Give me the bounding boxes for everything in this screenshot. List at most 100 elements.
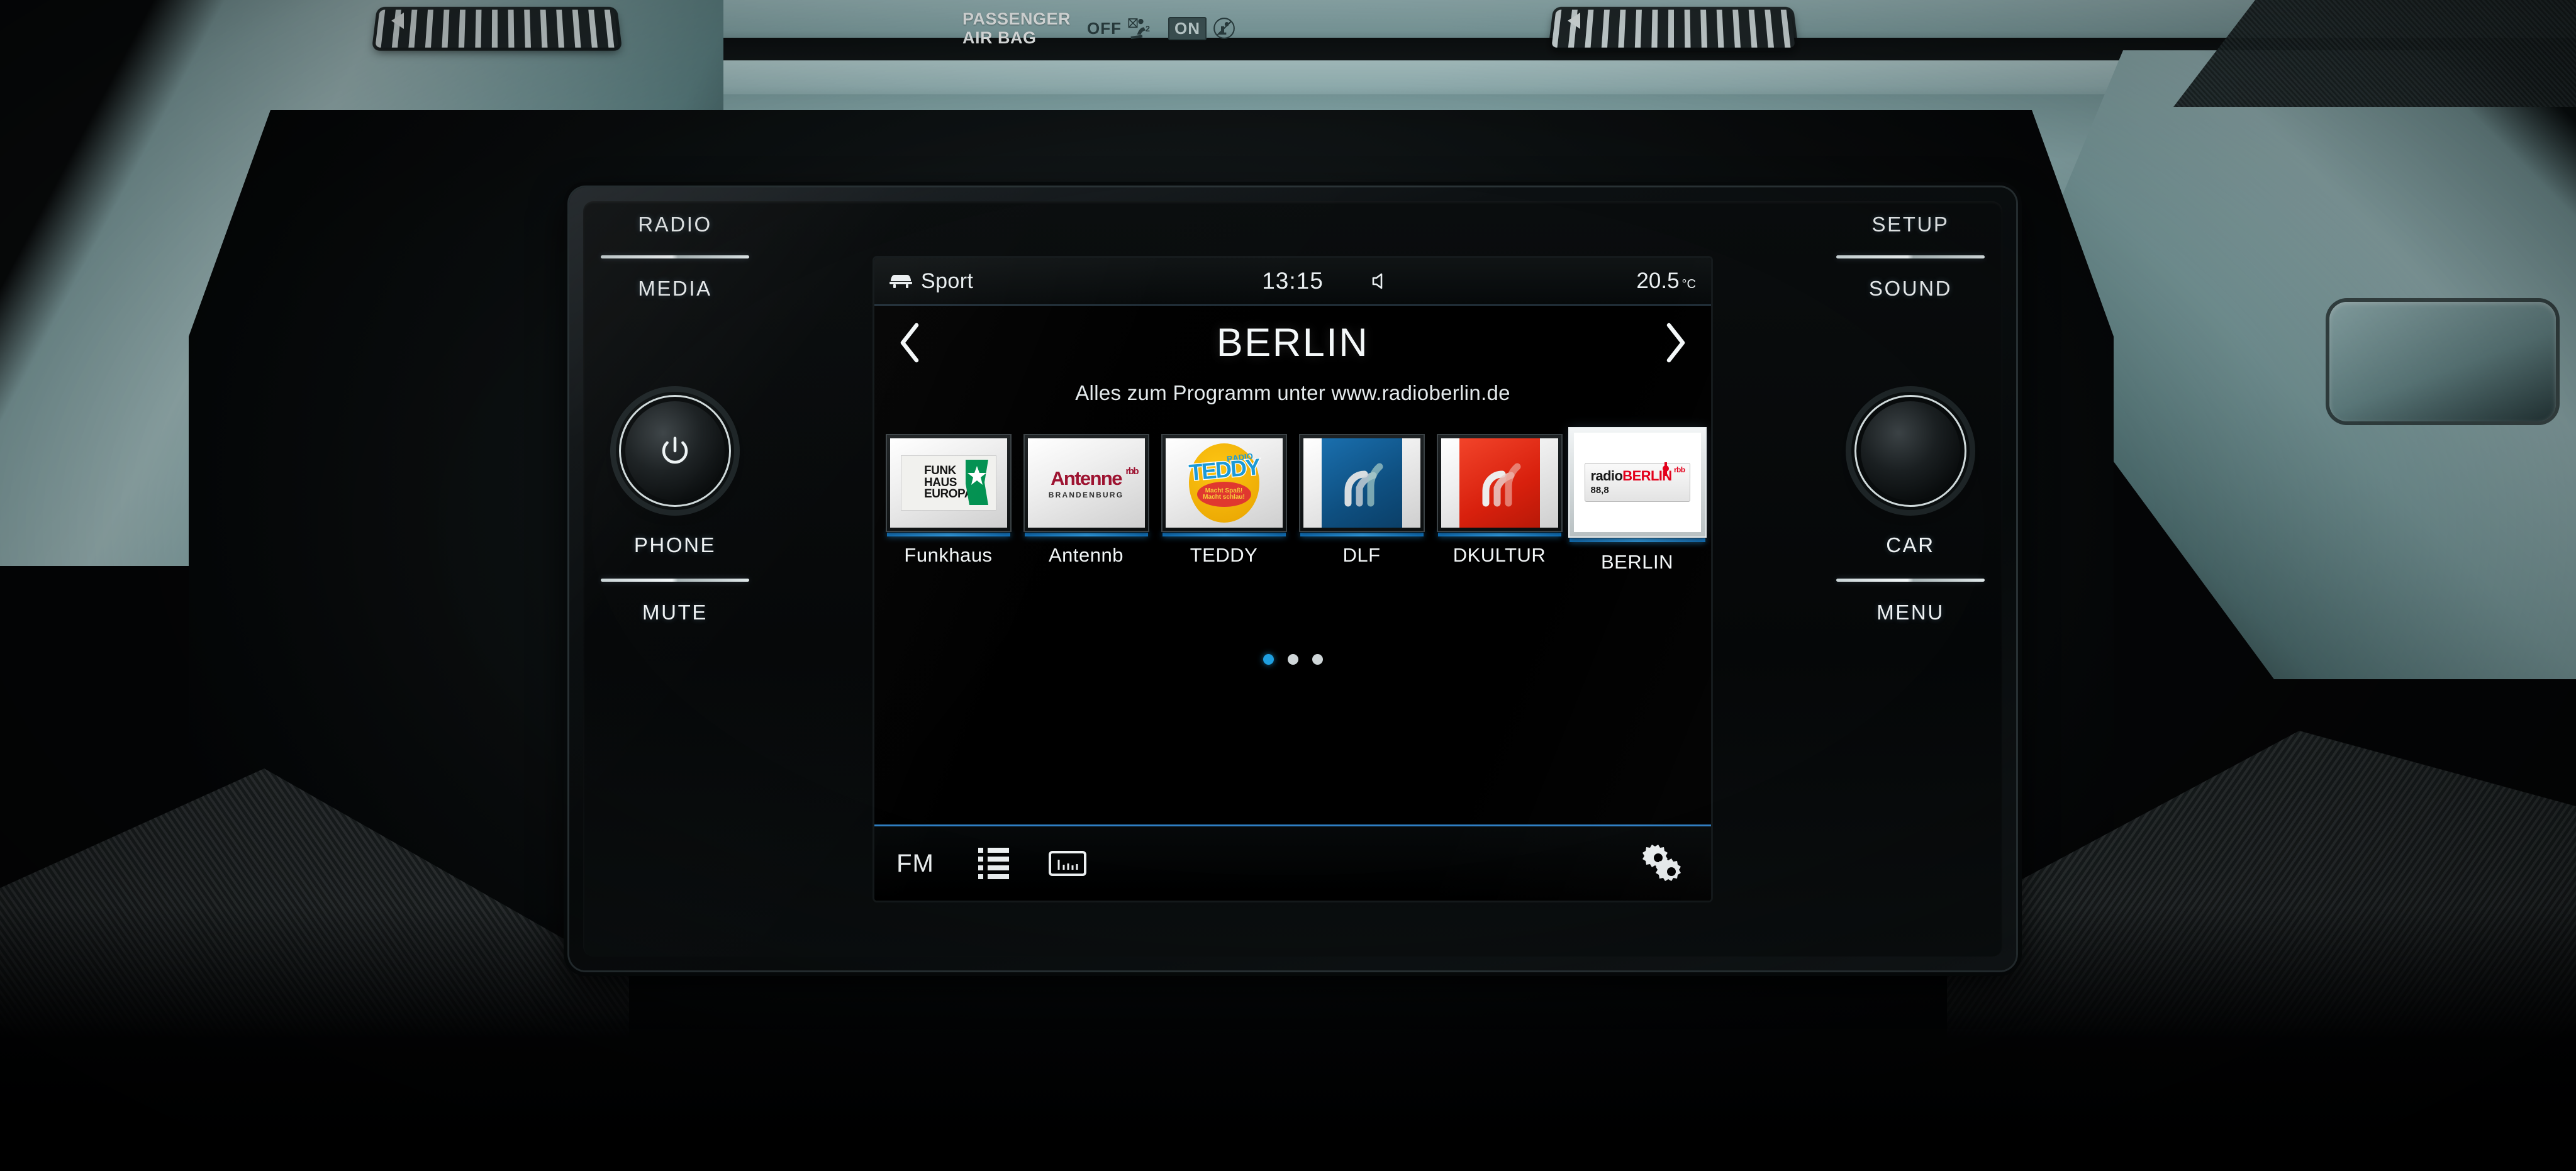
- berlin-frequency: 88,8: [1590, 485, 1609, 496]
- status-speaker[interactable]: [1368, 270, 1390, 292]
- settings-button[interactable]: [1617, 826, 1711, 901]
- antenne-brandenburg-logo: Antenne rbb BRANDENBURG: [1048, 465, 1139, 499]
- teddy-slogan-bubble: Macht Spaß! Macht schlau!: [1196, 482, 1251, 507]
- airbag-title-line-1: PASSENGER: [962, 9, 1071, 28]
- radio-berlin-logo: radioBERLIN rbb 88,8: [1584, 462, 1690, 502]
- infotainment-head-unit: RADIO MEDIA PHONE MUTE SETUP SOUND CAR M…: [569, 187, 2016, 970]
- preset-radio-teddy[interactable]: RADIO TEDDY Macht Spaß! Macht schlau! TE…: [1155, 435, 1293, 567]
- chevron-left-icon: [900, 323, 919, 363]
- previous-station-button[interactable]: [883, 316, 937, 370]
- berlin-wordmark: radioBERLIN rbb: [1590, 466, 1690, 484]
- mute-button[interactable]: MUTE: [581, 601, 769, 624]
- preset-underline-selected: [1569, 538, 1705, 542]
- passenger-airbag-title: PASSENGER AIR BAG: [962, 9, 1071, 47]
- preset-underline: [1437, 533, 1561, 536]
- band-fm-button[interactable]: FM: [874, 826, 956, 901]
- status-temperature: 20.5 °C: [1636, 269, 1696, 294]
- left-hardware-column: RADIO MEDIA PHONE MUTE: [581, 213, 769, 942]
- speaker-icon: [1372, 273, 1383, 289]
- bottom-toolbar: FM: [874, 824, 1711, 901]
- dlf-logo: [1321, 438, 1402, 528]
- antenne-subtitle: BRANDENBURG: [1048, 490, 1124, 499]
- preset-dlf[interactable]: DLF: [1293, 435, 1430, 567]
- setup-button[interactable]: SETUP: [1816, 213, 2005, 236]
- preset-label: Antennb: [1049, 544, 1124, 566]
- airbag-title-line-2: AIR BAG: [962, 28, 1037, 47]
- preset-tile: [1300, 435, 1424, 531]
- power-volume-knob[interactable]: [610, 386, 740, 516]
- phone-button[interactable]: PHONE: [581, 533, 769, 557]
- chevron-right-icon: [1666, 323, 1685, 363]
- berlin-prefix: radio: [1590, 468, 1623, 484]
- station-list-icon: [978, 848, 1009, 879]
- left-divider-top: [601, 255, 749, 258]
- preset-logo: FUNK HAUS EUROPA: [889, 438, 1007, 528]
- page-dot-2[interactable]: [1287, 654, 1298, 665]
- page-indicator: [874, 654, 1711, 665]
- preset-underline: [1024, 533, 1148, 536]
- tune-knob[interactable]: [1846, 386, 1975, 516]
- right-divider-top: [1836, 255, 1985, 258]
- radio-button[interactable]: RADIO: [581, 213, 769, 236]
- berlin-tv-tower-icon: [1662, 462, 1669, 476]
- radio-teddy-logo: RADIO TEDDY Macht Spaß! Macht schlau!: [1186, 443, 1261, 523]
- right-divider-bottom: [1836, 579, 1985, 582]
- status-clock: 13:15: [1262, 268, 1324, 294]
- right-hardware-column: SETUP SOUND CAR MENU: [1816, 213, 2005, 942]
- touchscreen-display[interactable]: Sport 13:15 20.5 °C BERLIN Alles zum Pro…: [874, 258, 1711, 901]
- next-station-button[interactable]: [1648, 316, 1702, 370]
- preset-tile: FUNK HAUS EUROPA: [886, 435, 1010, 531]
- preset-logo: radioBERLIN rbb 88,8: [1573, 433, 1701, 532]
- preset-antenne-brandenburg[interactable]: Antenne rbb BRANDENBURG Antennb: [1017, 435, 1155, 567]
- teddy-slogan-2: Macht schlau!: [1203, 494, 1245, 501]
- media-button[interactable]: MEDIA: [581, 277, 769, 301]
- preset-underline: [1300, 533, 1424, 536]
- page-dot-1[interactable]: [1263, 654, 1274, 665]
- air-vent-left-direction-icon: [391, 13, 404, 29]
- funkhaus-flag-icon: [965, 460, 988, 505]
- frequency-scale-button[interactable]: [1030, 826, 1105, 901]
- preset-underline: [1162, 533, 1286, 536]
- preset-label: DLF: [1342, 544, 1381, 566]
- car-front-icon: [889, 275, 912, 288]
- status-mode-label: Sport: [921, 269, 974, 293]
- preset-logo: RADIO TEDDY Macht Spaß! Macht schlau!: [1165, 438, 1283, 528]
- preset-label: Funkhaus: [904, 544, 993, 566]
- dkultur-logo: [1459, 438, 1540, 528]
- preset-tile: [1437, 435, 1561, 531]
- preset-logo: Antenne rbb BRANDENBURG: [1027, 438, 1145, 528]
- left-divider-bottom: [601, 579, 749, 582]
- funkhaus-europa-logo: FUNK HAUS EUROPA: [900, 455, 996, 511]
- station-header: BERLIN: [874, 304, 1711, 381]
- menu-button[interactable]: MENU: [1816, 601, 2005, 624]
- settings-gears-icon: [1642, 845, 1681, 881]
- status-bar: Sport 13:15 20.5 °C: [874, 258, 1711, 306]
- preset-funkhaus[interactable]: FUNK HAUS EUROPA Funkhaus: [879, 435, 1017, 567]
- passenger-airbag-indicator: PASSENGER AIR BAG OFF 2 ON: [962, 3, 1428, 54]
- air-vent-right-direction-icon: [1568, 13, 1580, 29]
- airbag-on-group: ON: [1168, 16, 1237, 41]
- preset-station-row: FUNK HAUS EUROPA Funkhaus Antenne rbb BR…: [879, 428, 1706, 573]
- page-dot-3[interactable]: [1312, 654, 1323, 665]
- station-list-button[interactable]: [956, 826, 1030, 901]
- preset-dkultur[interactable]: DKULTUR: [1430, 435, 1568, 567]
- preset-label: BERLIN: [1601, 551, 1673, 573]
- airbag-off-child-seat-icon: 2: [1128, 18, 1150, 40]
- knob-ridges: [1846, 386, 1975, 516]
- temperature-value: 20.5: [1636, 269, 1680, 293]
- radio-waves-icon: [1344, 463, 1383, 507]
- air-vent-left[interactable]: [375, 9, 619, 48]
- preset-logo: [1303, 438, 1420, 528]
- page-title: BERLIN: [1216, 321, 1369, 365]
- sound-button[interactable]: SOUND: [1816, 277, 2005, 301]
- status-mode-group[interactable]: Sport: [888, 269, 973, 294]
- air-vent-right[interactable]: [1551, 9, 1795, 48]
- preset-radio-berlin[interactable]: radioBERLIN rbb 88,8 BERLIN: [1568, 428, 1706, 574]
- antenne-rbb-mark: rbb: [1125, 465, 1139, 477]
- car-button[interactable]: CAR: [1816, 533, 2005, 557]
- preset-tile-selected: radioBERLIN rbb 88,8: [1569, 428, 1705, 536]
- preset-tile: RADIO TEDDY Macht Spaß! Macht schlau!: [1162, 435, 1286, 531]
- antenne-wordmark: Antenne rbb: [1051, 465, 1139, 489]
- airbag-off-group: OFF 2: [1087, 16, 1152, 41]
- radio-waves-icon: [1482, 463, 1520, 507]
